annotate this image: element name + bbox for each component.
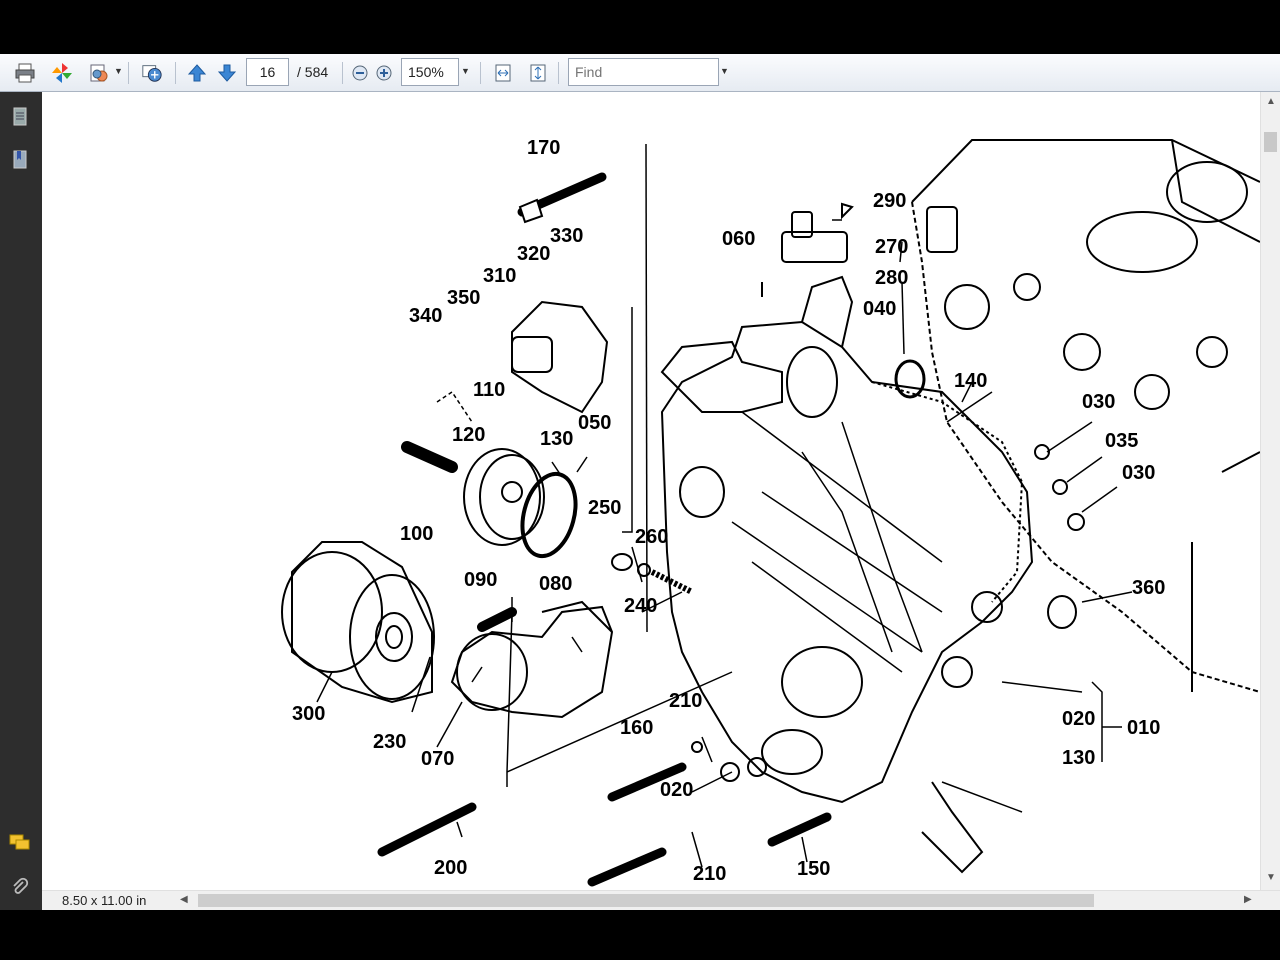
oil-filter (281, 541, 435, 704)
part-label-170: 170 (527, 137, 560, 159)
filter-base (450, 605, 614, 719)
part-label-150: 150 (797, 858, 830, 880)
diagram-artwork (281, 139, 1260, 887)
part-label-060: 060 (722, 228, 755, 250)
find-input[interactable] (568, 58, 719, 86)
part-label-090: 090 (464, 569, 497, 591)
part-label-110: 110 (473, 379, 505, 401)
prev-page-icon[interactable] (186, 62, 208, 84)
left-sidebar (0, 92, 42, 910)
part-label-100: 100 (400, 523, 433, 545)
horizontal-scrollbar[interactable]: 8.50 x 11.00 in ◀ ▶ (42, 890, 1280, 910)
part-label-130: 130 (1062, 747, 1095, 769)
part-label-300: 300 (292, 703, 325, 725)
part-label-280: 280 (875, 267, 908, 289)
o-ring-130 (520, 471, 578, 559)
scroll-left-icon[interactable]: ◀ (180, 894, 188, 905)
export-icon[interactable] (88, 62, 110, 84)
part-label-030: 030 (1122, 462, 1155, 484)
pinwheel-icon[interactable] (51, 62, 73, 84)
part-label-200: 200 (434, 857, 467, 879)
part-label-160: 160 (620, 717, 653, 739)
fit-width-icon[interactable] (492, 62, 514, 84)
gear-case (660, 320, 1034, 804)
export-dropdown-icon[interactable]: ▼ (114, 66, 123, 76)
part-label-070: 070 (421, 748, 454, 770)
part-label-020: 020 (660, 779, 693, 801)
attachment-icon[interactable] (9, 876, 31, 898)
vertical-scroll-thumb[interactable] (1264, 132, 1277, 152)
part-label-120: 120 (452, 424, 485, 446)
zoom-input[interactable]: 150% (401, 58, 459, 86)
part-label-330: 330 (550, 225, 583, 247)
share-icon[interactable] (141, 62, 163, 84)
part-label-270: 270 (875, 236, 908, 258)
part-label-250: 250 (588, 497, 621, 519)
part-label-210: 210 (693, 863, 726, 885)
document-page: 170 290 270 280 060 330 320 310 350 340 040 140 110 1… (42, 92, 1260, 890)
part-label-240: 240 (624, 595, 657, 617)
part-label-230: 230 (373, 731, 406, 753)
find-options-icon[interactable]: ▼ (720, 66, 729, 76)
part-labels: 170 290 270 280 060 330320310350340 040 140 110 1… (292, 137, 1165, 885)
next-page-icon[interactable] (216, 62, 238, 84)
part-label-040: 040 (863, 298, 896, 320)
part-label-010: 010 (1127, 717, 1160, 739)
zoom-in-icon[interactable] (373, 62, 395, 84)
scroll-right-icon[interactable]: ▶ (1244, 894, 1252, 905)
part-label-050: 050 (578, 412, 611, 434)
part-label-340: 340 (409, 305, 442, 327)
page-size-label: 8.50 x 11.00 in (62, 893, 147, 908)
part-label-130: 130 (540, 428, 573, 450)
horizontal-scroll-thumb[interactable] (198, 894, 1094, 907)
vertical-scrollbar[interactable]: ▲ ▼ (1260, 92, 1280, 890)
bottom-black-bar (0, 910, 1280, 960)
part-label-260: 260 (635, 526, 668, 548)
bookmarks-icon[interactable] (9, 149, 31, 171)
toolbar: ▼ 16 / 584 150% ▼ ▼ (0, 54, 1280, 92)
pages-icon[interactable] (9, 106, 31, 128)
part-label-310: 310 (483, 265, 516, 287)
part-label-030: 030 (1082, 391, 1115, 413)
scroll-down-icon[interactable]: ▼ (1266, 872, 1276, 883)
part-label-140: 140 (954, 370, 987, 392)
part-label-290: 290 (873, 190, 906, 212)
engine-block-top (911, 139, 1260, 203)
page-number-input[interactable]: 16 (246, 58, 289, 86)
part-label-350: 350 (447, 287, 480, 309)
part-label-360: 360 (1132, 577, 1165, 599)
part-label-320: 320 (517, 243, 550, 265)
part-label-020: 020 (1062, 708, 1095, 730)
part-label-035: 035 (1105, 430, 1138, 452)
comments-icon[interactable] (9, 832, 31, 854)
top-black-bar (0, 0, 1280, 54)
part-label-080: 080 (539, 573, 572, 595)
part-label-210: 210 (669, 690, 702, 712)
zoom-dropdown-icon[interactable]: ▼ (461, 66, 470, 76)
engine-parts-diagram: 170 290 270 280 060 330320310350340 040 140 110 1… (281, 137, 1260, 887)
thermostat-housing (511, 300, 609, 414)
page-total: / 584 (297, 64, 329, 80)
zoom-out-icon[interactable] (349, 62, 371, 84)
print-icon[interactable] (14, 62, 36, 84)
scroll-up-icon[interactable]: ▲ (1266, 96, 1276, 107)
fit-page-icon[interactable] (527, 62, 549, 84)
